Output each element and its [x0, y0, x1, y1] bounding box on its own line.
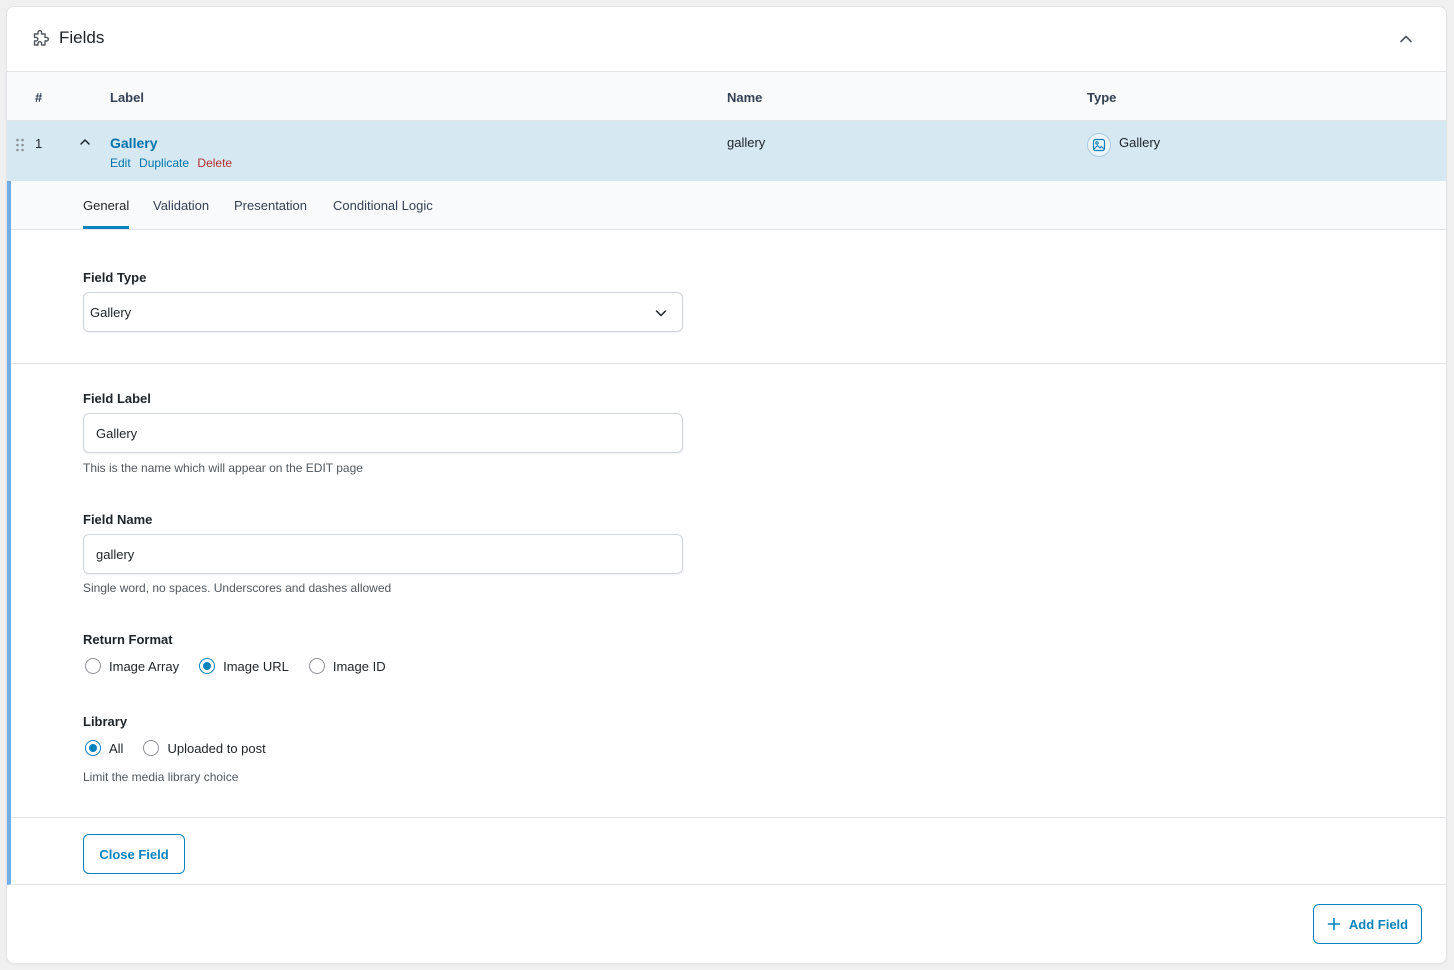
field-label-hint: This is the name which will appear on th…: [83, 461, 363, 475]
puzzle-icon: [33, 30, 49, 46]
tab-validation[interactable]: Validation: [153, 198, 209, 213]
tab-general[interactable]: General: [83, 198, 129, 213]
delete-link[interactable]: Delete: [197, 156, 232, 170]
image-icon: [1087, 133, 1111, 157]
radio-image-url[interactable]: Image URL: [199, 658, 289, 674]
field-row[interactable]: 1 Gallery Edit Duplicate Delete gallery …: [7, 121, 1446, 181]
tab-conditional-logic[interactable]: Conditional Logic: [333, 198, 433, 213]
settings-tabs: General Validation Presentation Conditio…: [11, 181, 1446, 230]
add-field-button[interactable]: Add Field: [1313, 904, 1422, 944]
field-name-label: Field Name: [83, 512, 153, 527]
radio-label: All: [109, 740, 124, 756]
radio-image-array[interactable]: Image Array: [85, 658, 179, 674]
field-label-input[interactable]: Gallery: [83, 413, 683, 453]
radio-label: Uploaded to post: [167, 740, 266, 756]
library-hint: Limit the media library choice: [83, 770, 239, 784]
return-format-radios: Image Array Image URL Image ID: [85, 658, 406, 674]
radio-label: Image URL: [223, 658, 289, 674]
radio-button[interactable]: [143, 740, 160, 756]
field-number: 1: [35, 136, 43, 151]
panel-header: Fields: [7, 7, 1446, 72]
library-radios: All Uploaded to post: [85, 740, 286, 756]
return-format-label: Return Format: [83, 632, 173, 647]
library-label: Library: [83, 714, 128, 729]
row-actions: Edit Duplicate Delete: [110, 156, 237, 170]
chevron-up-icon[interactable]: [1398, 31, 1414, 47]
chevron-up-icon[interactable]: [78, 135, 92, 149]
radio-uploaded-to-post[interactable]: Uploaded to post: [143, 740, 266, 756]
field-type-label: Field Type: [83, 270, 147, 285]
column-type: Type: [1087, 90, 1117, 105]
tab-presentation[interactable]: Presentation: [234, 198, 307, 213]
field-label-link[interactable]: Gallery: [110, 135, 157, 151]
radio-button[interactable]: [308, 658, 325, 674]
edit-link[interactable]: Edit: [110, 156, 131, 170]
field-name-hint: Single word, no spaces. Underscores and …: [83, 581, 392, 595]
field-label-value: Gallery: [96, 425, 138, 441]
plus-icon: [1327, 917, 1341, 931]
table-header: # Label Name Type: [7, 72, 1446, 121]
radio-all[interactable]: All: [85, 740, 123, 756]
radio-button[interactable]: [85, 658, 101, 674]
add-field-label: Add Field: [1348, 916, 1409, 932]
active-tab-indicator: [83, 226, 129, 229]
radio-label: Image ID: [332, 658, 386, 674]
radio-button-checked[interactable]: [199, 658, 216, 674]
field-type-select[interactable]: Gallery: [83, 292, 683, 332]
field-type: Gallery: [1119, 135, 1161, 150]
column-name: Name: [727, 90, 763, 105]
field-settings: General Validation Presentation Conditio…: [7, 181, 1446, 885]
divider: [11, 363, 1446, 364]
radio-image-id[interactable]: Image ID: [308, 658, 386, 674]
chevron-down-icon: [655, 310, 667, 317]
drag-handle-icon[interactable]: [15, 138, 25, 152]
close-field-button[interactable]: Close Field: [83, 834, 185, 874]
field-name: gallery: [727, 135, 766, 150]
column-number: #: [35, 90, 43, 105]
radio-label: Image Array: [109, 658, 180, 674]
field-name-value: gallery: [96, 546, 135, 562]
duplicate-link[interactable]: Duplicate: [139, 156, 189, 170]
panel-title: Fields: [59, 28, 105, 47]
column-label: Label: [110, 90, 144, 105]
field-type-value: Gallery: [90, 304, 132, 320]
field-name-input[interactable]: gallery: [83, 534, 683, 574]
radio-button-checked[interactable]: [85, 740, 101, 756]
field-label-label: Field Label: [83, 391, 151, 406]
divider: [11, 817, 1446, 818]
fields-panel: Fields # Label Name Type 1 Gallery Edit …: [6, 6, 1447, 964]
